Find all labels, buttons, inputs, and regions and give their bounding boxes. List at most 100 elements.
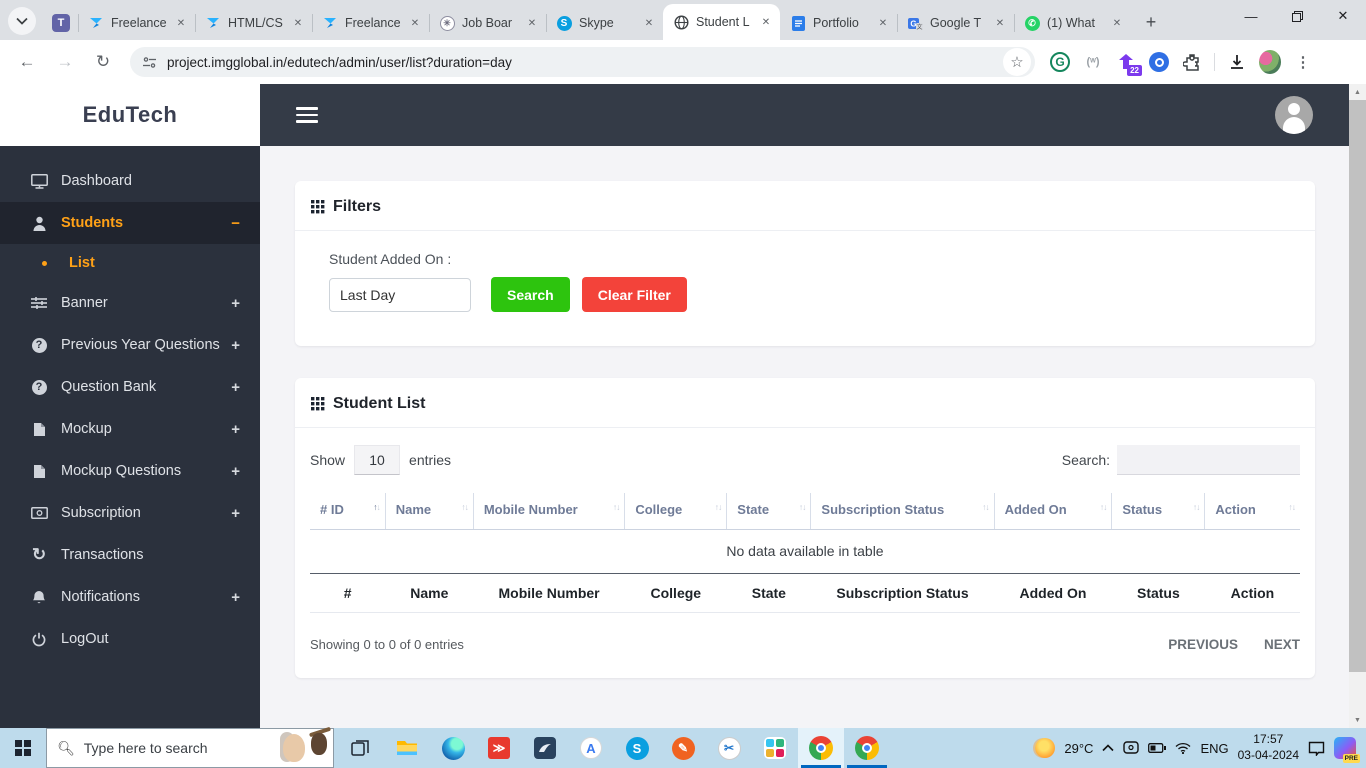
temperature-text[interactable]: 29°C — [1064, 741, 1093, 756]
sort-arrows-icon[interactable]: ↑↓ — [461, 502, 469, 512]
sort-arrows-icon[interactable]: ↑↓ — [1289, 502, 1297, 512]
close-tab-icon[interactable]: ✕ — [173, 15, 189, 31]
url-text[interactable]: project.imgglobal.in/edutech/admin/user/… — [167, 55, 1003, 70]
table-search-input[interactable] — [1117, 445, 1300, 475]
column-header-status[interactable]: Status ↑↓ — [1111, 493, 1206, 530]
taskbar-app-slack[interactable] — [752, 728, 798, 768]
minimize-button[interactable]: — — [1228, 0, 1274, 32]
taskbar-app-chrome[interactable] — [844, 728, 890, 768]
sidebar-item-dashboard[interactable]: Dashboard — [0, 160, 260, 202]
sidebar-item-transactions[interactable]: ↺ Transactions — [0, 534, 260, 576]
close-tab-icon[interactable]: ✕ — [992, 15, 1008, 31]
sort-arrows-icon[interactable]: ↑↓ — [1100, 502, 1108, 512]
sort-arrows-icon[interactable]: ↑↓ — [1193, 502, 1201, 512]
purple-extension-icon[interactable]: 22 — [1115, 51, 1142, 76]
browser-tab-4[interactable]: ✳ Job Boar ✕ — [429, 6, 546, 40]
column-header-name[interactable]: Name ↑↓ — [385, 493, 474, 530]
taskbar-app-orange-app[interactable]: ✎ — [660, 728, 706, 768]
sidebar-item-mockup[interactable]: Mockup + — [0, 408, 260, 450]
column-header-mobile-number[interactable]: Mobile Number ↑↓ — [473, 493, 626, 530]
sort-arrows-icon[interactable]: ↑↓ — [982, 502, 990, 512]
column-header-subscription-status[interactable]: Subscription Status ↑↓ — [810, 493, 995, 530]
expand-toggle-icon[interactable]: + — [231, 463, 240, 480]
expand-toggle-icon[interactable]: + — [231, 421, 240, 438]
new-tab-button[interactable]: + — [1137, 8, 1165, 36]
sidebar-item-mockup-questions[interactable]: Mockup Questions + — [0, 450, 260, 492]
taskbar-app-file-explorer[interactable] — [384, 728, 430, 768]
browser-tab-3[interactable]: Freelance ✕ — [312, 6, 429, 40]
pinned-tab-teams[interactable]: T — [44, 6, 78, 40]
added-on-input[interactable] — [329, 277, 471, 312]
sidebar-subitem-list[interactable]: List — [0, 244, 260, 282]
column-header-added-on[interactable]: Added On ↑↓ — [994, 493, 1113, 530]
reload-button[interactable]: ↻ — [89, 48, 117, 76]
language-indicator[interactable]: ENG — [1200, 741, 1228, 756]
close-tab-icon[interactable]: ✕ — [641, 15, 657, 31]
close-tab-icon[interactable]: ✕ — [758, 14, 774, 30]
sidebar-item-subscription[interactable]: Subscription + — [0, 492, 260, 534]
sort-arrows-icon[interactable]: ↑↓ — [799, 502, 807, 512]
sort-arrows-icon[interactable]: ↑↓ — [613, 502, 621, 512]
next-page-button[interactable]: NEXT — [1264, 637, 1300, 652]
expand-toggle-icon[interactable]: + — [231, 295, 240, 312]
taskbar-app-edge[interactable] — [430, 728, 476, 768]
expand-toggle-icon[interactable]: − — [231, 215, 240, 232]
sort-arrows-icon[interactable]: ↑↓ — [373, 502, 381, 512]
scrollbar-thumb[interactable] — [1349, 100, 1366, 672]
extensions-puzzle-icon[interactable] — [1181, 51, 1203, 73]
browser-tab-8[interactable]: G 文 Google T ✕ — [897, 6, 1014, 40]
close-tab-icon[interactable]: ✕ — [524, 15, 540, 31]
taskbar-app-chrome[interactable] — [798, 728, 844, 768]
browser-tab-1[interactable]: Freelance ✕ — [78, 6, 195, 40]
bookmark-star-icon[interactable]: ☆ — [1003, 48, 1031, 76]
taskbar-app-task-view[interactable] — [338, 728, 384, 768]
notification-center-icon[interactable] — [1308, 741, 1325, 756]
close-tab-icon[interactable]: ✕ — [875, 15, 891, 31]
sidebar-item-notifications[interactable]: Notifications + — [0, 576, 260, 618]
scroll-down-icon[interactable]: ▼ — [1349, 712, 1366, 728]
gray-extension-icon[interactable]: (ʷ) — [1082, 51, 1104, 73]
browser-tab-5[interactable]: S Skype ✕ — [546, 6, 663, 40]
browser-menu-icon[interactable]: ⋮ — [1292, 51, 1314, 73]
maximize-button[interactable] — [1274, 0, 1320, 32]
close-tab-icon[interactable]: ✕ — [290, 15, 306, 31]
clock[interactable]: 17:57 03-04-2024 — [1238, 732, 1299, 763]
omnibox[interactable]: project.imgglobal.in/edutech/admin/user/… — [130, 47, 1035, 77]
sidebar-item-previous-year-questions[interactable]: ? Previous Year Questions + — [0, 324, 260, 366]
wifi-icon[interactable] — [1175, 742, 1191, 754]
battery-icon[interactable] — [1148, 743, 1167, 753]
sidebar-item-logout[interactable]: LogOut — [0, 618, 260, 660]
taskbar-app-skype-app[interactable]: S — [614, 728, 660, 768]
sort-arrows-icon[interactable]: ↑↓ — [715, 502, 723, 512]
downloads-icon[interactable] — [1226, 51, 1248, 73]
expand-toggle-icon[interactable]: + — [231, 379, 240, 396]
column-header-action[interactable]: Action ↑↓ — [1204, 493, 1300, 530]
expand-toggle-icon[interactable]: + — [231, 337, 240, 354]
blue-extension-icon[interactable] — [1148, 51, 1170, 73]
browser-tab-7[interactable]: Portfolio ✕ — [780, 6, 897, 40]
expand-toggle-icon[interactable]: + — [231, 505, 240, 522]
sidebar-item-question-bank[interactable]: ? Question Bank + — [0, 366, 260, 408]
teams-tray-icon[interactable] — [1123, 741, 1140, 755]
brand-logo[interactable]: EduTech — [0, 84, 260, 146]
close-tab-icon[interactable]: ✕ — [1109, 15, 1125, 31]
grammarly-extension-icon[interactable]: G — [1049, 51, 1071, 73]
column-header--id[interactable]: # ID ↑↓ — [310, 493, 386, 530]
back-button[interactable]: ← — [13, 48, 41, 76]
forward-button[interactable]: → — [51, 48, 79, 76]
taskbar-search[interactable]: 🔎︎ Type here to search — [46, 726, 334, 768]
column-header-state[interactable]: State ↑↓ — [726, 493, 812, 530]
browser-tab-6[interactable]: Student L ✕ — [663, 4, 780, 40]
close-tab-icon[interactable]: ✕ — [407, 15, 423, 31]
weather-icon[interactable] — [1035, 738, 1056, 758]
sidebar-item-students[interactable]: Students − — [0, 202, 260, 244]
user-avatar[interactable] — [1275, 96, 1313, 134]
scroll-up-icon[interactable]: ▲ — [1349, 84, 1366, 100]
site-settings-icon[interactable] — [142, 55, 157, 70]
search-button[interactable]: Search — [491, 277, 570, 312]
tab-search-button[interactable] — [8, 7, 36, 35]
search-doodle-image[interactable] — [277, 726, 332, 766]
taskbar-app-design-app[interactable]: A — [568, 728, 614, 768]
expand-toggle-icon[interactable]: + — [231, 589, 240, 606]
taskbar-app-database-app[interactable] — [522, 728, 568, 768]
